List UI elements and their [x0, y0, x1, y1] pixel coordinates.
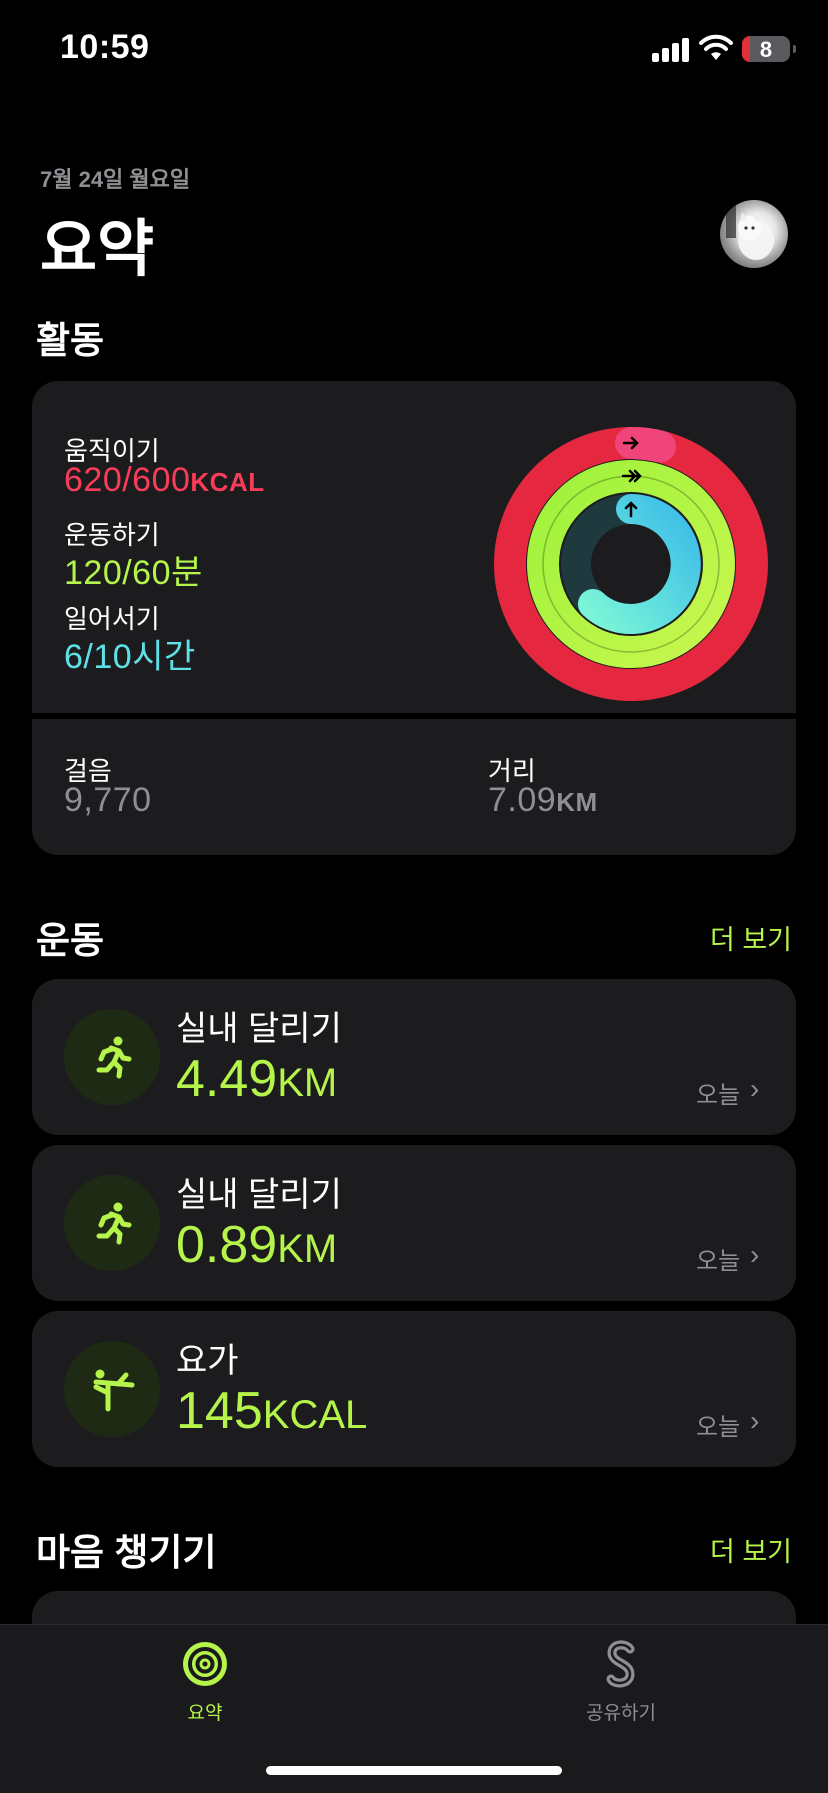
activity-card[interactable]: 움직이기 620/600KCAL 운동하기 120/60분 일어서기 6/10시… — [32, 381, 796, 855]
tab-sharing[interactable]: 공유하기 — [556, 1639, 686, 1725]
running-icon — [64, 1175, 160, 1271]
workout-date: 오늘 — [696, 1082, 741, 1109]
home-indicator — [266, 1766, 562, 1775]
sharing-icon — [606, 1640, 635, 1688]
workout-date: 오늘 — [696, 1248, 741, 1275]
workout-date: 오늘 — [696, 1414, 741, 1441]
card-divider — [32, 713, 796, 719]
workouts-more-link[interactable]: 더 보기 — [710, 918, 792, 957]
exercise-value: 120/60분 — [64, 554, 203, 592]
activity-rings-icon — [183, 1642, 227, 1686]
battery-icon: 8 — [742, 36, 796, 62]
cat-photo-icon — [726, 204, 774, 260]
chevron-right-icon: › — [750, 1405, 760, 1436]
stand-value: 6/10시간 — [64, 638, 196, 676]
running-icon — [64, 1009, 160, 1105]
activity-rings — [494, 426, 768, 701]
workout-name: 실내 달리기 — [176, 1176, 342, 1214]
workout-value: 4.49KM — [176, 1050, 338, 1108]
chevron-right-icon: › — [750, 1073, 760, 1104]
workouts-heading: 운동 — [36, 920, 105, 961]
tab-summary[interactable]: 요약 — [140, 1639, 270, 1725]
workout-value: 0.89KM — [176, 1216, 338, 1274]
steps-value: 9,770 — [64, 781, 152, 819]
yoga-icon — [64, 1341, 160, 1437]
wifi-icon — [699, 34, 733, 60]
workout-card[interactable]: 요가 145KCAL 오늘 › — [32, 1311, 796, 1467]
tab-summary-label: 요약 — [187, 1703, 223, 1724]
battery-level: 8 — [759, 37, 773, 62]
avatar[interactable] — [720, 200, 788, 268]
workout-card[interactable]: 실내 달리기 4.49KM 오늘 › — [32, 979, 796, 1135]
distance-value: 7.09KM — [488, 781, 598, 819]
mindfulness-heading: 마음 챙기기 — [36, 1532, 217, 1573]
workout-name: 요가 — [176, 1342, 239, 1380]
move-value: 620/600KCAL — [64, 461, 265, 499]
workout-card[interactable]: 실내 달리기 0.89KM 오늘 › — [32, 1145, 796, 1301]
workout-value: 145KCAL — [176, 1382, 368, 1440]
cellular-signal-icon — [652, 36, 692, 62]
activity-heading: 활동 — [36, 320, 105, 361]
header-date: 7월 24일 월요일 — [40, 167, 191, 192]
page-title: 요약 — [40, 215, 155, 284]
tab-sharing-label: 공유하기 — [586, 1703, 656, 1724]
status-time: 10:59 — [60, 28, 150, 66]
workout-name: 실내 달리기 — [176, 1010, 342, 1048]
chevron-right-icon: › — [750, 1239, 760, 1270]
mindfulness-more-link[interactable]: 더 보기 — [710, 1530, 792, 1569]
